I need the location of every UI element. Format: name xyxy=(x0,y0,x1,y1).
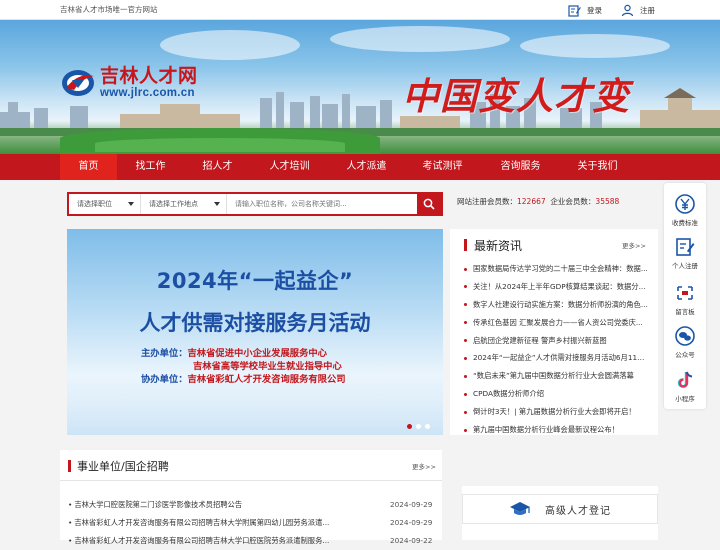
wechat-icon xyxy=(675,326,695,346)
job-title: 吉林大学口腔医院第二门诊医学影像技术员招聘公告 xyxy=(68,496,358,514)
company-count: 35588 xyxy=(595,197,620,206)
sidebar-message-label: 留言板 xyxy=(675,308,695,316)
news-item[interactable]: 启航団企党建新征程 警声乡村振兴新蓝图 xyxy=(464,332,650,350)
site-logo[interactable]: 吉林人才网 www.jlrc.com.cn xyxy=(60,66,198,100)
carousel-dot[interactable] xyxy=(407,424,412,429)
news-more-link[interactable]: 更多>> xyxy=(622,240,646,250)
top-bar: 吉林省人才市场唯一官方网站 登录 注册 xyxy=(0,0,720,20)
jobs-more-link[interactable]: 更多>> xyxy=(412,461,436,471)
sidebar-official-account[interactable]: 公众号 xyxy=(664,325,706,359)
promo-year-line: 2024年“一起益企” xyxy=(156,269,354,293)
logo-name: 吉林人才网 xyxy=(100,65,198,87)
nav-about[interactable]: 关于我们 xyxy=(569,154,626,180)
job-date: 2024-09-22 xyxy=(390,536,433,545)
news-item[interactable]: 国家数据局传达学习党的二十届三中全会精神：数据... xyxy=(464,260,650,278)
promo-co-row: 协办单位：吉林省彩虹人才开发咨询服务有限公司 xyxy=(141,371,346,385)
news-title: 最新资讯 xyxy=(474,239,523,253)
public-sector-jobs-panel: 事业单位/国企招聘 更多>> 吉林大学口腔医院第二门诊医学影像技术员招聘公告 2… xyxy=(60,450,442,545)
news-item[interactable]: 传承红色基因 汇聚发展合力——省人资公司党委庆... xyxy=(464,314,650,332)
login-link[interactable]: 登录 xyxy=(568,2,602,18)
nav-exam[interactable]: 考试测评 xyxy=(414,154,471,180)
position-select[interactable]: 请选择职位 xyxy=(69,194,141,214)
promo-co-1: 吉林省彩虹人才开发咨询服务有限公司 xyxy=(187,374,346,385)
promo-host-row-2: 吉林省高等学校毕业生就业指导中心 xyxy=(193,358,342,372)
carousel-dot[interactable] xyxy=(416,424,421,429)
carousel-dot[interactable] xyxy=(425,424,430,429)
carousel-dots xyxy=(407,424,430,429)
yen-icon xyxy=(675,194,695,214)
logo-mark-icon xyxy=(62,70,94,96)
sidebar-fee-label: 收费标准 xyxy=(672,219,698,227)
keyword-search-input[interactable] xyxy=(227,194,417,214)
nav-home[interactable]: 首页 xyxy=(60,154,117,180)
section-marker xyxy=(68,460,71,472)
login-label: 登录 xyxy=(587,5,602,15)
register-link[interactable]: 注册 xyxy=(621,2,655,18)
advanced-talent-label: 高级人才登记 xyxy=(545,505,611,517)
header-banner: 吉林人才网 www.jlrc.com.cn 中国变人才变 xyxy=(0,20,720,154)
member-count-label: 网站注册会员数： xyxy=(457,197,517,206)
latest-news-panel: 最新资讯 更多>> 国家数据局传达学习党的二十届三中全会精神：数据... 关注！… xyxy=(450,229,658,435)
graduation-cap-icon xyxy=(510,502,530,515)
member-stats: 网站注册会员数：122667 企业会员数：35588 xyxy=(457,196,619,207)
sidebar-account-label: 公众号 xyxy=(675,351,695,359)
job-row[interactable]: 吉林省彩虹人才开发咨询服务有限公司招聘吉林大学口腔医院劳务派遣制服务... 20… xyxy=(68,532,438,550)
news-item[interactable]: CPDA数据分析师介绍 xyxy=(464,385,650,403)
advanced-talent-panel: 高级人才登记 xyxy=(462,486,658,540)
nav-dispatch[interactable]: 人才派遣 xyxy=(338,154,395,180)
news-list: 国家数据局传达学习党的二十届三中全会精神：数据... 关注！从2024年上半年G… xyxy=(464,260,650,439)
promo-host-row: 主办单位：吉林省促进中小企业发展服务中心 xyxy=(141,345,327,359)
search-button[interactable] xyxy=(417,194,441,214)
user-icon xyxy=(621,4,634,16)
member-count: 122667 xyxy=(517,197,546,206)
sidebar-personal-register[interactable]: 个人注册 xyxy=(664,236,706,270)
sidebar-mini-program[interactable]: 小程序 xyxy=(664,369,706,403)
nav-recruit[interactable]: 招人才 xyxy=(189,154,246,180)
banner-slogan: 中国变人才变 xyxy=(402,74,630,118)
jobs-title: 事业单位/国企招聘 xyxy=(77,460,169,473)
sidebar-register-label: 个人注册 xyxy=(672,262,698,270)
job-title: 吉林省彩虹人才开发咨询服务有限公司招聘吉林大学口腔医院劳务派遣制服务... xyxy=(68,532,358,550)
chevron-down-icon xyxy=(214,202,220,206)
main-nav: 首页 找工作 招人才 人才培训 人才派遣 考试测评 咨询服务 关于我们 xyxy=(0,154,720,180)
sidebar-mini-program-label: 小程序 xyxy=(675,395,695,403)
logo-url: www.jlrc.com.cn xyxy=(100,87,195,99)
job-row[interactable]: 吉林大学口腔医院第二门诊医学影像技术员招聘公告 2024-09-29 xyxy=(68,496,438,514)
floating-sidebar: 收费标准 个人注册 留言板 公众号 小程序 xyxy=(664,183,706,409)
login-edit-icon xyxy=(568,4,581,17)
news-item[interactable]: 关注！从2024年上半年GDP核算结果谈起：数据分... xyxy=(464,278,650,296)
promo-host-label: 主办单位： xyxy=(141,348,188,359)
news-item[interactable]: 2024年“一起益企”人才供需对接服务月活动6月11开始 xyxy=(464,349,650,367)
promo-carousel[interactable]: 2024年“一起益企” 人才供需对接服务月活动 主办单位：吉林省促进中小企业发展… xyxy=(67,229,443,435)
promo-headline: 人才供需对接服务月活动 xyxy=(139,311,371,335)
news-item[interactable]: “数启未来”第九届中国数据分析行业大会圆满落幕 xyxy=(464,367,650,385)
job-date: 2024-09-29 xyxy=(390,500,433,509)
job-row[interactable]: 吉林省彩虹人才开发咨询服务有限公司招聘吉林大学附属第四幼儿园劳务派遣... 20… xyxy=(68,514,438,532)
job-date: 2024-09-29 xyxy=(390,518,433,527)
position-select-value: 请选择职位 xyxy=(77,200,112,208)
chevron-down-icon xyxy=(128,202,134,206)
news-item[interactable]: 倒计时3天！| 第九届数据分析行业大会即将开启！ xyxy=(464,403,650,421)
edit-icon xyxy=(676,238,695,256)
promo-co-label: 协办单位： xyxy=(141,374,188,385)
site-tagline: 吉林省人才市场唯一官方网站 xyxy=(60,5,158,14)
company-count-label: 企业会员数： xyxy=(550,197,596,206)
sidebar-fee-standard[interactable]: 收费标准 xyxy=(664,193,706,227)
nav-training[interactable]: 人才培训 xyxy=(261,154,318,180)
job-title: 吉林省彩虹人才开发咨询服务有限公司招聘吉林大学附属第四幼儿园劳务派遣... xyxy=(68,514,358,532)
nav-consult[interactable]: 咨询服务 xyxy=(492,154,549,180)
search-icon xyxy=(423,198,435,210)
job-search-bar: 请选择职位 请选择工作地点 xyxy=(67,192,443,216)
section-marker xyxy=(464,239,467,251)
register-label: 注册 xyxy=(640,5,655,15)
news-item[interactable]: 第九届中国数据分析行业峰会最新议程公布！ xyxy=(464,421,650,439)
location-select[interactable]: 请选择工作地点 xyxy=(141,194,227,214)
message-board-icon xyxy=(677,286,693,300)
sidebar-message-board[interactable]: 留言板 xyxy=(664,282,706,316)
tiktok-icon xyxy=(677,371,693,388)
news-item[interactable]: 数字人社建设行动实施方案：数据分析师扮演的角色... xyxy=(464,296,650,314)
advanced-talent-register-button[interactable]: 高级人才登记 xyxy=(462,494,658,524)
nav-find-job[interactable]: 找工作 xyxy=(122,154,179,180)
location-select-value: 请选择工作地点 xyxy=(149,200,198,208)
